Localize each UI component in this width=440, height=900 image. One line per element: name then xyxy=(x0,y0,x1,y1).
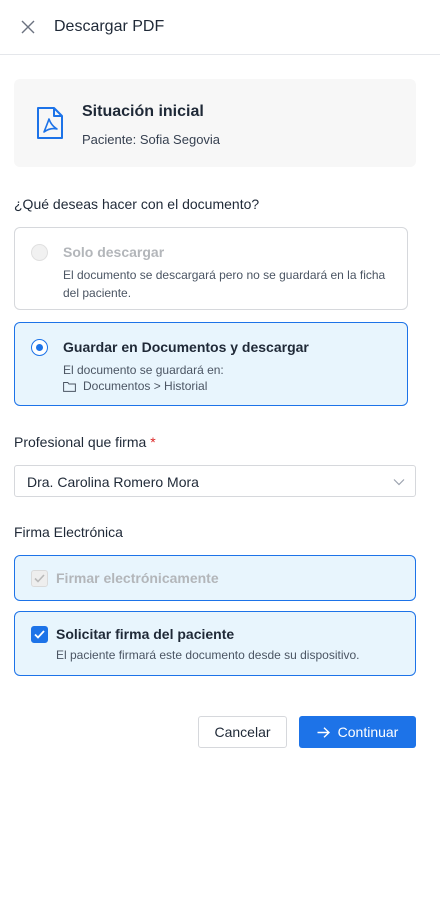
option-guardar-y-descargar[interactable]: Guardar en Documentos y descargar El doc… xyxy=(14,322,408,406)
chevron-down-icon xyxy=(393,479,405,486)
close-button[interactable] xyxy=(18,17,38,37)
check-icon xyxy=(34,630,45,639)
folder-path-text: Documentos > Historial xyxy=(83,379,208,393)
continue-button[interactable]: Continuar xyxy=(299,716,416,748)
document-patient: Paciente: Sofia Segovia xyxy=(82,132,221,147)
document-card: Situación inicial Paciente: Sofia Segovi… xyxy=(14,79,416,167)
cancel-button[interactable]: Cancelar xyxy=(198,716,287,748)
professional-label: Profesional que firma * xyxy=(14,434,156,450)
checkbox-description: El paciente firmará este documento desde… xyxy=(56,648,360,662)
action-question: ¿Qué deseas hacer con el documento? xyxy=(14,196,260,212)
option-solicitar-firma-paciente[interactable]: Solicitar firma del paciente El paciente… xyxy=(14,611,416,676)
radio-solo-descargar[interactable] xyxy=(31,244,48,261)
dialog-header: Descargar PDF xyxy=(0,0,440,55)
folder-path: Documentos > Historial xyxy=(63,379,207,393)
option-title: Solo descargar xyxy=(63,244,165,260)
professional-select[interactable]: Dra. Carolina Romero Mora xyxy=(14,465,416,497)
option-firmar-electronicamente[interactable]: Firmar electrónicamente xyxy=(14,555,416,601)
option-solo-descargar[interactable]: Solo descargar El documento se descargar… xyxy=(14,227,408,310)
signature-label: Firma Electrónica xyxy=(14,524,123,540)
required-mark: * xyxy=(150,434,156,450)
option-description: El documento se descargará pero no se gu… xyxy=(63,268,386,300)
option-description: El documento se guardará en: xyxy=(63,363,224,377)
document-title: Situación inicial xyxy=(82,103,204,120)
arrow-right-icon xyxy=(317,726,330,738)
professional-label-text: Profesional que firma xyxy=(14,434,147,450)
professional-select-value: Dra. Carolina Romero Mora xyxy=(27,474,199,490)
pdf-file-icon xyxy=(37,107,63,139)
folder-icon xyxy=(63,381,76,392)
checkbox-solicitar-firma-paciente[interactable] xyxy=(31,626,48,643)
check-icon xyxy=(34,574,45,583)
option-title: Guardar en Documentos y descargar xyxy=(63,339,309,355)
radio-guardar-y-descargar[interactable] xyxy=(31,339,48,356)
continue-button-label: Continuar xyxy=(337,724,399,740)
checkbox-title: Solicitar firma del paciente xyxy=(56,626,235,642)
checkbox-title: Firmar electrónicamente xyxy=(56,570,219,586)
checkbox-firmar-electronicamente[interactable] xyxy=(31,570,48,587)
dialog-title: Descargar PDF xyxy=(54,18,165,35)
close-icon xyxy=(21,20,35,34)
